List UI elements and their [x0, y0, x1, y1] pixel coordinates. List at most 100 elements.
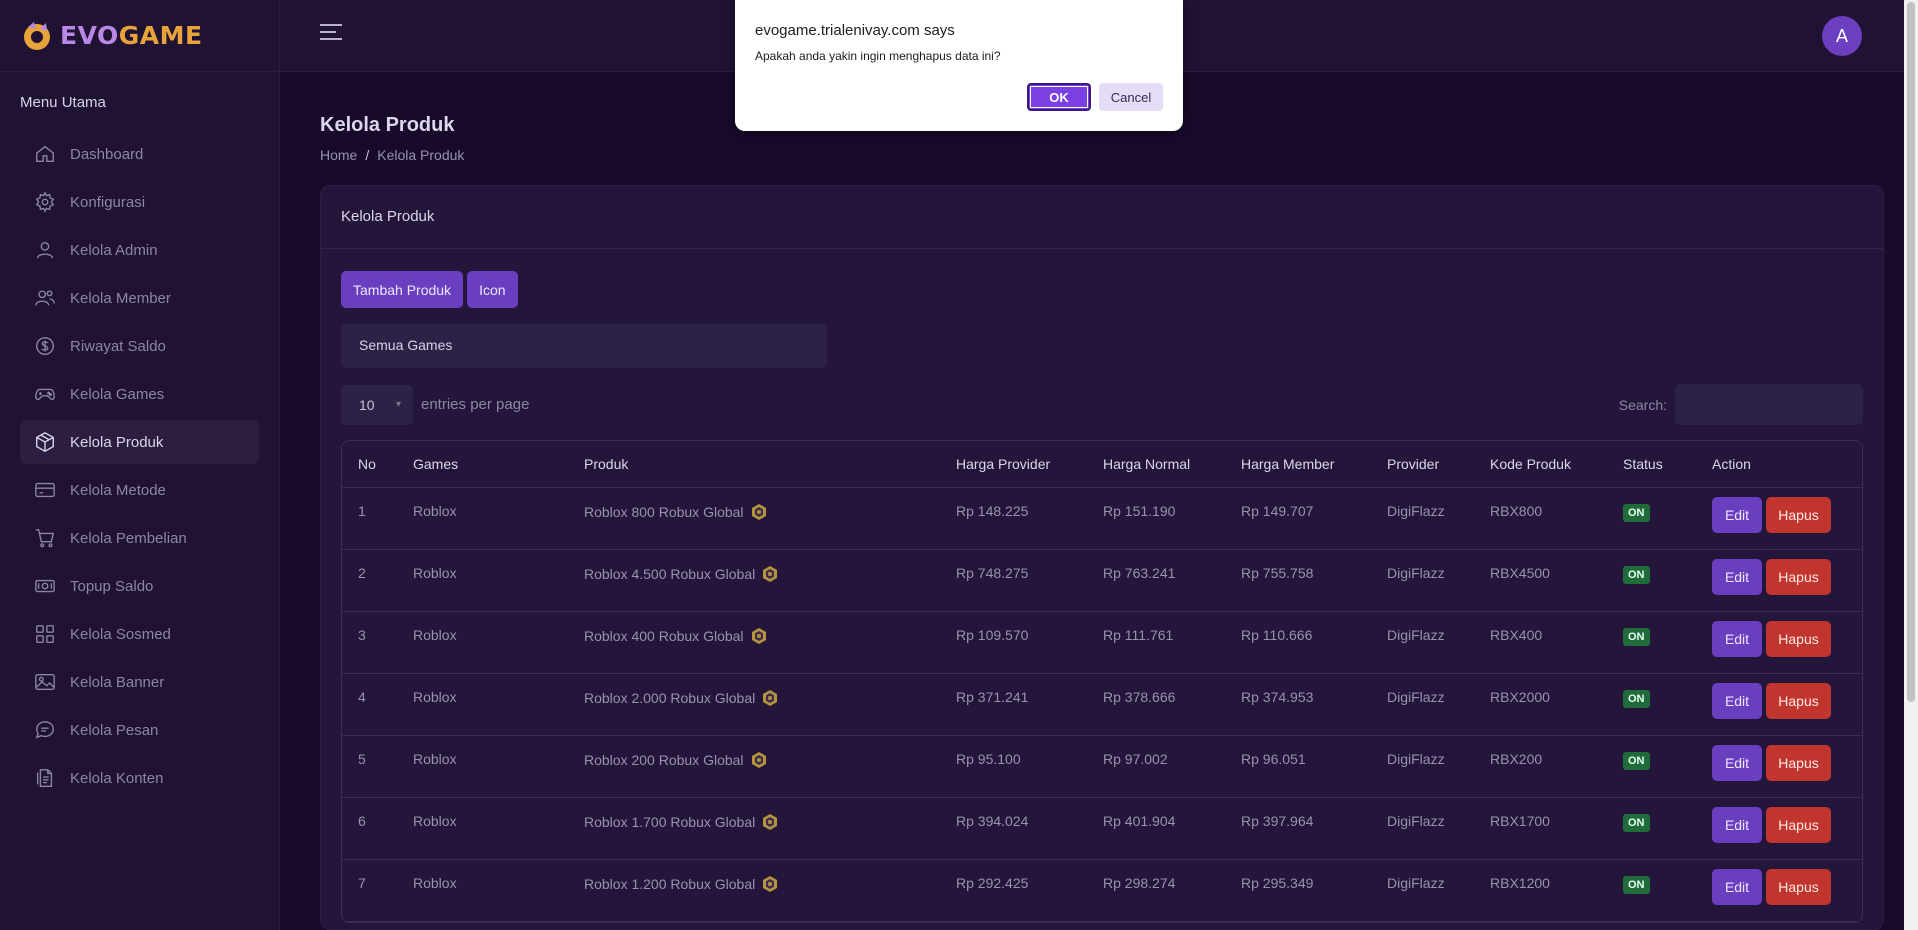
column-header[interactable]: Harga Provider — [940, 441, 1087, 488]
sidebar-item-konfigurasi[interactable]: Konfigurasi — [20, 180, 259, 224]
column-header[interactable]: Status — [1607, 441, 1696, 488]
product-name: Roblox 200 Robux Global — [584, 751, 744, 768]
edit-button[interactable]: Edit — [1712, 744, 1762, 781]
sidebar-item-kelola-admin[interactable]: Kelola Admin — [20, 228, 259, 272]
page-scrollbar[interactable] — [1904, 0, 1918, 930]
cell-status: ON — [1607, 735, 1696, 798]
table-row: 5 Roblox Roblox 200 Robux Global Rp 95.100 R… — [342, 735, 1862, 798]
sidebar-item-kelola-banner[interactable]: Kelola Banner — [20, 660, 259, 704]
delete-button[interactable]: Hapus — [1766, 496, 1831, 533]
cell-game: Roblox — [397, 611, 568, 674]
avatar[interactable]: A — [1822, 16, 1862, 56]
edit-button[interactable]: Edit — [1712, 868, 1762, 905]
gear-icon — [35, 191, 55, 213]
sidebar: EVOGAME Menu Utama Dashboard Konfigurasi K… — [0, 0, 280, 930]
users-icon — [35, 290, 55, 306]
products-table: No Games Produk Harga Provider Harga Normal H… — [341, 440, 1863, 923]
delete-button[interactable]: Hapus — [1766, 744, 1831, 781]
delete-button[interactable]: Hapus — [1766, 806, 1831, 843]
sidebar-item-kelola-games[interactable]: Kelola Games — [20, 372, 259, 416]
column-header[interactable]: Provider — [1371, 441, 1474, 488]
entries-control: 10 ▾ entries per page — [341, 384, 529, 425]
status-badge: ON — [1623, 627, 1650, 646]
cell-product-code: RBX200 — [1474, 735, 1607, 798]
status-badge: ON — [1623, 813, 1650, 832]
dollar-circle-icon — [36, 337, 54, 355]
column-header[interactable]: Games — [397, 441, 568, 488]
home-icon — [36, 145, 54, 163]
delete-button[interactable]: Hapus — [1766, 682, 1831, 719]
cell-no: 3 — [342, 611, 397, 674]
cell-provider: DigiFlazz — [1371, 859, 1474, 922]
sidebar-item-riwayat-saldo[interactable]: Riwayat Saldo — [20, 324, 259, 368]
icon-button[interactable]: Icon — [467, 271, 518, 308]
sidebar-item-kelola-pesan[interactable]: Kelola Pesan — [20, 708, 259, 752]
column-header[interactable]: Produk — [568, 441, 940, 488]
breadcrumb: Home / Kelola Produk — [320, 147, 1864, 163]
cell-normal-price: Rp 97.002 — [1087, 735, 1225, 798]
cell-provider: DigiFlazz — [1371, 487, 1474, 550]
cell-product-code: RBX1700 — [1474, 797, 1607, 860]
breadcrumb-home[interactable]: Home — [320, 147, 357, 163]
chat-icon — [35, 721, 54, 739]
delete-button[interactable]: Hapus — [1766, 620, 1831, 657]
edit-button[interactable]: Edit — [1712, 620, 1762, 657]
sidebar-item-label: Kelola Member — [70, 289, 171, 307]
cell-action: Edit Hapus — [1696, 673, 1862, 736]
cell-action: Edit Hapus — [1696, 611, 1862, 674]
product-card: Kelola Produk Tambah Produk Icon Semua G… — [320, 185, 1884, 930]
search-input[interactable] — [1675, 384, 1863, 425]
search-control: Search: — [1619, 384, 1863, 425]
column-header[interactable]: Action — [1696, 441, 1862, 488]
sidebar-item-kelola-pembelian[interactable]: Kelola Pembelian — [20, 516, 259, 560]
dialog-cancel-button[interactable]: Cancel — [1099, 83, 1163, 111]
table-body: 1 Roblox Roblox 800 Robux Global Rp 148.225… — [342, 487, 1862, 922]
sidebar-item-dashboard[interactable]: Dashboard — [20, 132, 259, 176]
money-icon — [35, 579, 55, 593]
edit-button[interactable]: Edit — [1712, 558, 1762, 595]
cell-product: Roblox 400 Robux Global — [568, 611, 940, 674]
cell-product-code: RBX400 — [1474, 611, 1607, 674]
dialog-message: Apakah anda yakin ingin menghapus data i… — [755, 49, 1001, 63]
column-header[interactable]: No — [342, 441, 397, 488]
scrollbar-thumb[interactable] — [1907, 2, 1915, 702]
search-label: Search: — [1618, 396, 1667, 413]
sidebar-item-kelola-konten[interactable]: Kelola Konten — [20, 756, 259, 800]
card-icon — [35, 482, 55, 498]
edit-button[interactable]: Edit — [1712, 682, 1762, 719]
status-badge: ON — [1623, 503, 1650, 522]
column-header[interactable]: Kode Produk — [1474, 441, 1607, 488]
cell-normal-price: Rp 401.904 — [1087, 797, 1225, 860]
cell-product-code: RBX2000 — [1474, 673, 1607, 736]
sidebar-item-kelola-member[interactable]: Kelola Member — [20, 276, 259, 320]
games-filter-select[interactable]: Semua Games — [341, 324, 827, 368]
cell-game: Roblox — [397, 487, 568, 550]
sidebar-item-kelola-metode[interactable]: Kelola Metode — [20, 468, 259, 512]
dialog-ok-button[interactable]: OK — [1027, 83, 1091, 111]
column-header[interactable]: Harga Normal — [1087, 441, 1225, 488]
product-name: Roblox 800 Robux Global — [584, 503, 744, 520]
entries-per-page-select[interactable]: 10 ▾ — [341, 384, 413, 425]
sidebar-item-kelola-produk[interactable]: Kelola Produk — [20, 420, 259, 464]
sidebar-item-topup-saldo[interactable]: Topup Saldo — [20, 564, 259, 608]
cell-provider-price: Rp 95.100 — [940, 735, 1087, 798]
delete-button[interactable]: Hapus — [1766, 558, 1831, 595]
cell-normal-price: Rp 298.274 — [1087, 859, 1225, 922]
edit-button[interactable]: Edit — [1712, 806, 1762, 843]
cell-game: Roblox — [397, 859, 568, 922]
add-product-button[interactable]: Tambah Produk — [341, 271, 464, 308]
sidebar-item-label: Kelola Sosmed — [70, 625, 171, 643]
delete-button[interactable]: Hapus — [1766, 868, 1831, 905]
robux-icon — [751, 503, 766, 520]
sidebar-item-kelola-sosmed[interactable]: Kelola Sosmed — [20, 612, 259, 656]
cell-status: ON — [1607, 549, 1696, 612]
column-header[interactable]: Harga Member — [1225, 441, 1371, 488]
brand[interactable]: EVOGAME — [0, 0, 279, 72]
cell-normal-price: Rp 378.666 — [1087, 673, 1225, 736]
cell-status: ON — [1607, 611, 1696, 674]
edit-button[interactable]: Edit — [1712, 496, 1762, 533]
cell-product: Roblox 200 Robux Global — [568, 735, 940, 798]
cell-provider: DigiFlazz — [1371, 797, 1474, 860]
cell-provider-price: Rp 148.225 — [940, 487, 1087, 550]
menu-toggle-icon[interactable] — [320, 24, 342, 46]
